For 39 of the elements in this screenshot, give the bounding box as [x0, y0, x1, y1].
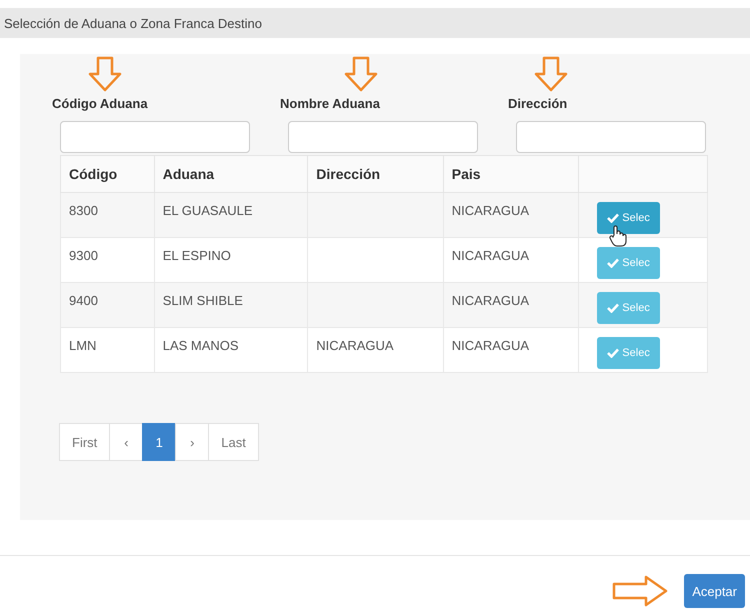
table-cell: NICARAGUA [443, 328, 579, 372]
select-button[interactable]: Selec [597, 337, 660, 369]
page-button[interactable]: Last [208, 423, 259, 461]
select-button[interactable]: Selec [597, 247, 660, 279]
dialog-title-bar: Selección de Aduana o Zona Franca Destino [0, 8, 750, 38]
down-arrow-icon [534, 56, 568, 92]
table-cell: 9400 [60, 282, 154, 328]
filter-field[interactable] [516, 121, 706, 153]
select-button[interactable]: Selec [597, 292, 660, 324]
filter-field[interactable] [60, 121, 250, 153]
table-cell: NICARAGUA [443, 282, 579, 328]
accept-button[interactable]: Aceptar [684, 574, 745, 608]
check-icon [607, 258, 620, 268]
column-header: Pais [443, 156, 579, 192]
right-arrow-icon [612, 575, 668, 607]
table-cell: SLIM SHIBLE [154, 282, 308, 328]
page-button[interactable]: ‹ [109, 423, 144, 461]
filter-label: Dirección [508, 96, 568, 112]
table-cell: 8300 [60, 192, 154, 238]
down-arrow-icon [88, 56, 122, 92]
table-cell: NICARAGUA [443, 192, 579, 238]
page-button[interactable]: › [175, 423, 210, 461]
select-button[interactable]: Selec [597, 202, 660, 234]
table-cell: LAS MANOS [154, 328, 308, 372]
table-cell: EL GUASAULE [154, 192, 308, 238]
column-header: Dirección [308, 156, 444, 192]
page-button[interactable]: 1 [142, 423, 176, 461]
filter-field[interactable] [288, 121, 478, 153]
page-button[interactable]: First [59, 423, 110, 461]
filter-label: Nombre Aduana [280, 96, 381, 112]
check-icon [607, 348, 620, 358]
down-arrow-icon [344, 56, 378, 92]
table-cell: LMN [60, 328, 154, 372]
column-header: Aduana [154, 156, 308, 192]
column-header: Código [60, 156, 154, 192]
filter-label: Código Aduana [52, 96, 149, 112]
table-cell: NICARAGUA [308, 328, 444, 372]
check-icon [607, 303, 620, 313]
check-icon [607, 213, 620, 223]
